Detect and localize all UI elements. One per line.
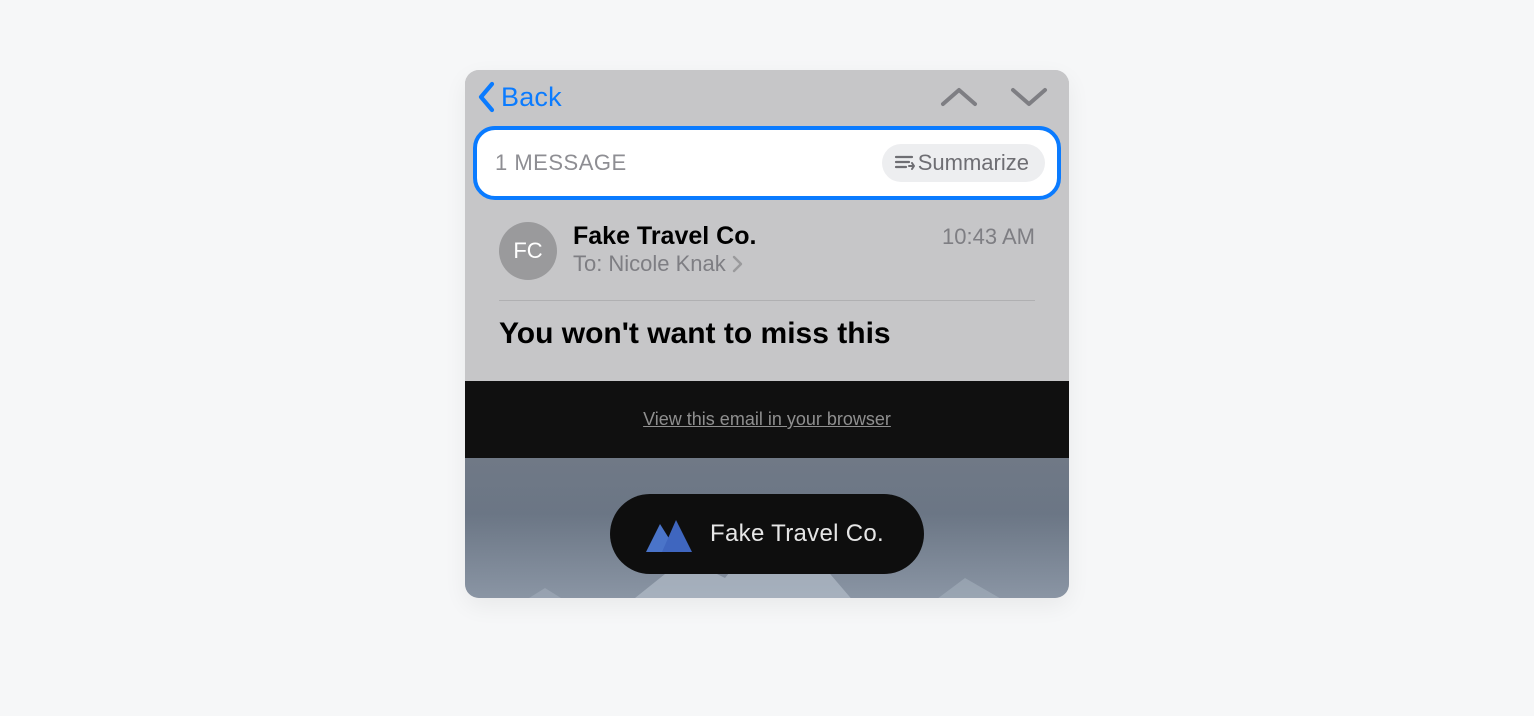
- email-body: View this email in your browser Fake Tra…: [465, 381, 1069, 598]
- chevron-left-icon: [475, 80, 499, 114]
- subject: You won't want to miss this: [499, 317, 1035, 381]
- view-in-browser-bar: View this email in your browser: [465, 381, 1069, 458]
- chevron-right-icon: [732, 255, 744, 273]
- back-button[interactable]: Back: [475, 80, 562, 114]
- message-count-label: 1 MESSAGE: [495, 150, 627, 176]
- back-label: Back: [501, 82, 562, 113]
- brand-pill[interactable]: Fake Travel Co.: [610, 494, 924, 574]
- message-banner: 1 MESSAGE Summarize: [473, 126, 1061, 200]
- divider: [499, 300, 1035, 301]
- chevron-up-icon[interactable]: [939, 84, 979, 110]
- sender-meta: Fake Travel Co. 10:43 AM To: Nicole Knak: [573, 222, 1035, 277]
- message-header: FC Fake Travel Co. 10:43 AM To: Nicole K…: [465, 204, 1069, 381]
- recipient-row[interactable]: To: Nicole Knak: [573, 251, 1035, 277]
- message-banner-wrap: 1 MESSAGE Summarize: [465, 122, 1069, 204]
- to-name: Nicole Knak: [608, 251, 725, 277]
- mail-message-view: Back 1 MESSAGE Summarize: [465, 70, 1069, 598]
- mountain-icon: [640, 514, 694, 554]
- hero-banner: Fake Travel Co.: [465, 458, 1069, 598]
- to-label: To:: [573, 251, 602, 277]
- chevron-down-icon[interactable]: [1009, 84, 1049, 110]
- nav-arrows: [939, 84, 1055, 110]
- view-in-browser-link[interactable]: View this email in your browser: [643, 409, 891, 429]
- summarize-label: Summarize: [918, 150, 1029, 176]
- timestamp: 10:43 AM: [942, 224, 1035, 250]
- brand-name: Fake Travel Co.: [710, 520, 884, 548]
- avatar: FC: [499, 222, 557, 280]
- summarize-button[interactable]: Summarize: [882, 144, 1045, 182]
- navbar: Back: [465, 70, 1069, 122]
- sender-name: Fake Travel Co.: [573, 222, 756, 251]
- summarize-icon: [894, 153, 916, 173]
- sender-row: FC Fake Travel Co. 10:43 AM To: Nicole K…: [499, 222, 1035, 280]
